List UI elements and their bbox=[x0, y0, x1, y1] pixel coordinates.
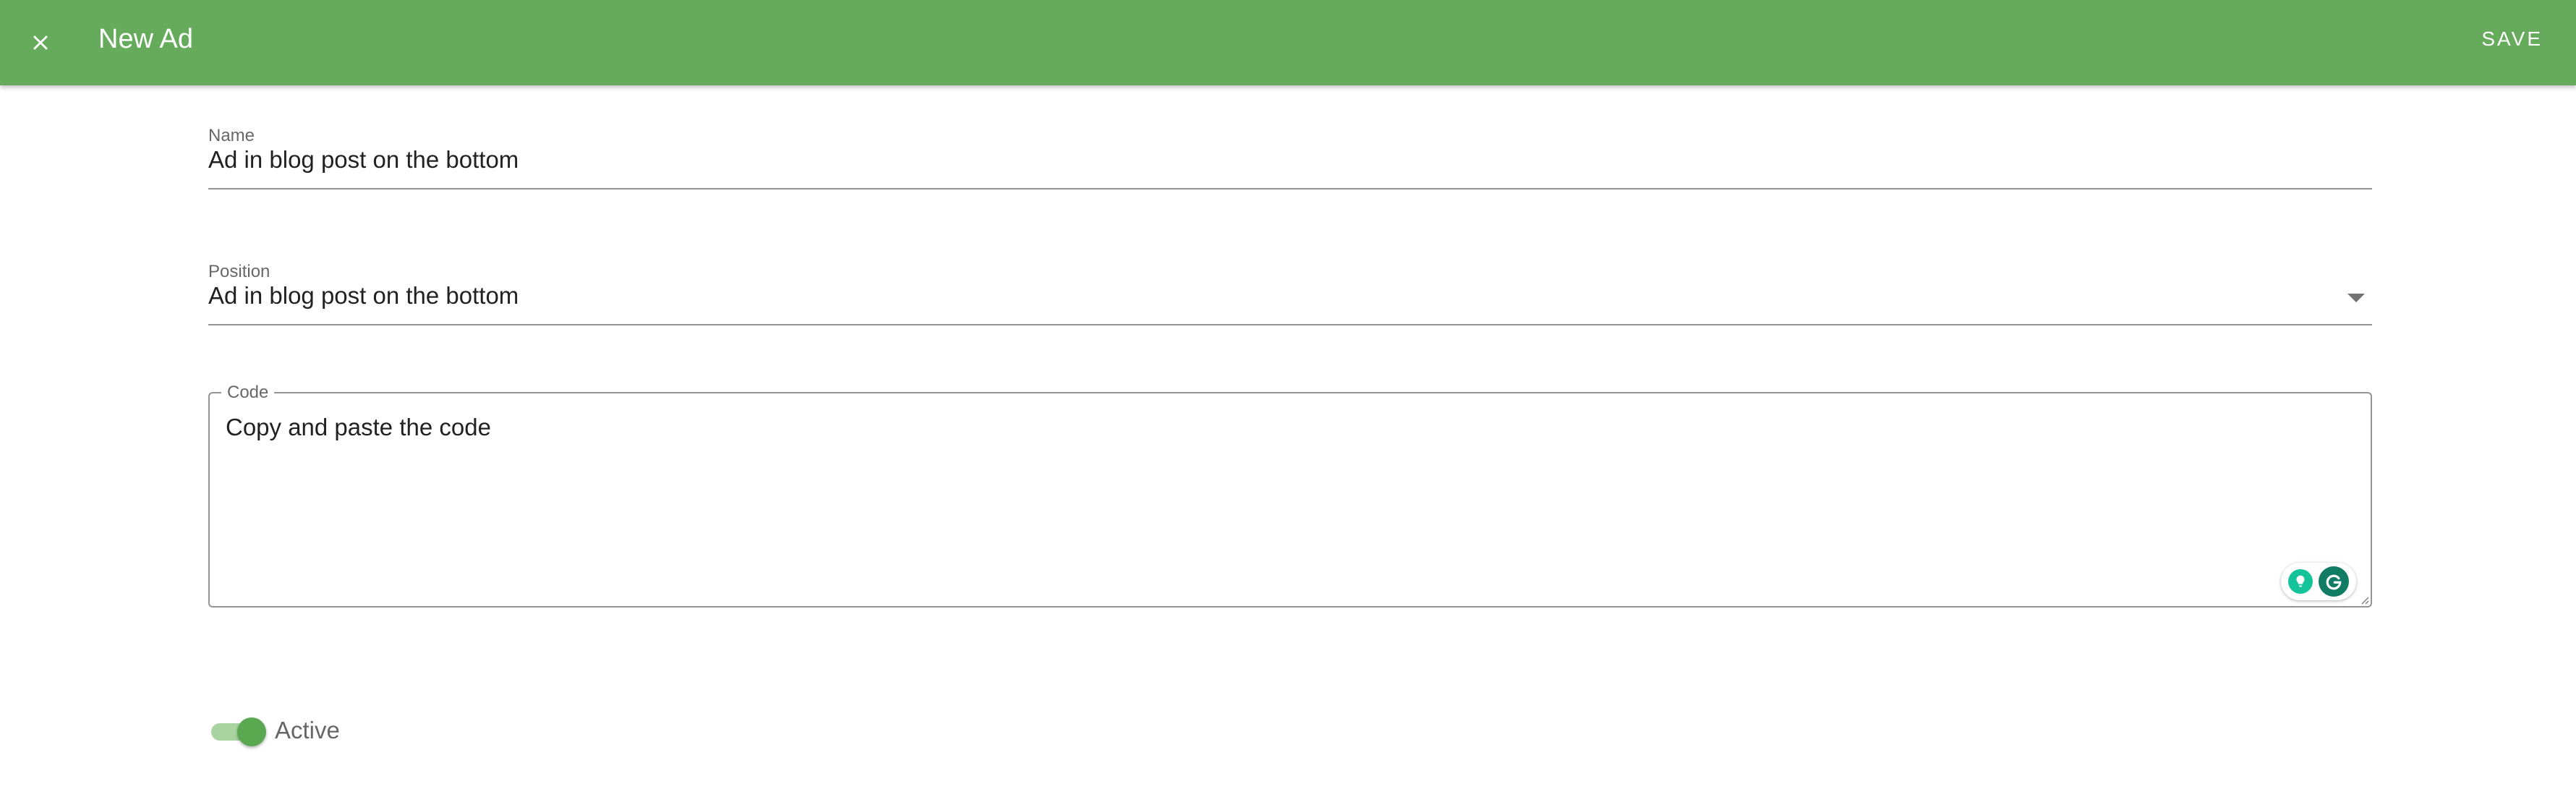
close-icon bbox=[33, 35, 48, 50]
code-placeholder[interactable]: Copy and paste the code bbox=[226, 414, 491, 441]
app-bar: New Ad SAVE bbox=[0, 0, 2576, 85]
toggle-thumb bbox=[237, 717, 266, 746]
save-button[interactable]: SAVE bbox=[2470, 16, 2554, 62]
name-field[interactable]: Name Ad in blog post on the bottom bbox=[208, 126, 2372, 204]
grammarly-logo-icon[interactable] bbox=[2319, 566, 2349, 597]
dropdown-arrow-icon[interactable] bbox=[2347, 294, 2365, 302]
position-label: Position bbox=[208, 262, 270, 281]
code-textarea[interactable]: Code Copy and paste the code bbox=[208, 383, 2372, 608]
name-input[interactable]: Ad in blog post on the bottom bbox=[208, 146, 519, 174]
code-label: Code bbox=[221, 383, 275, 403]
grammarly-suggestion-icon[interactable] bbox=[2288, 569, 2313, 594]
active-toggle[interactable] bbox=[208, 713, 266, 748]
close-button[interactable] bbox=[14, 17, 67, 69]
page-title: New Ad bbox=[98, 24, 193, 54]
resize-handle-icon[interactable] bbox=[2359, 594, 2369, 605]
active-toggle-row: Active bbox=[208, 709, 340, 752]
active-label: Active bbox=[275, 717, 340, 743]
name-label: Name bbox=[208, 126, 255, 145]
grammarly-widget[interactable] bbox=[2281, 563, 2356, 600]
position-selected-value[interactable]: Ad in blog post on the bottom bbox=[208, 282, 519, 310]
position-select[interactable]: Position Ad in blog post on the bottom bbox=[208, 262, 2372, 340]
name-underline bbox=[208, 188, 2372, 189]
position-underline bbox=[208, 324, 2372, 325]
